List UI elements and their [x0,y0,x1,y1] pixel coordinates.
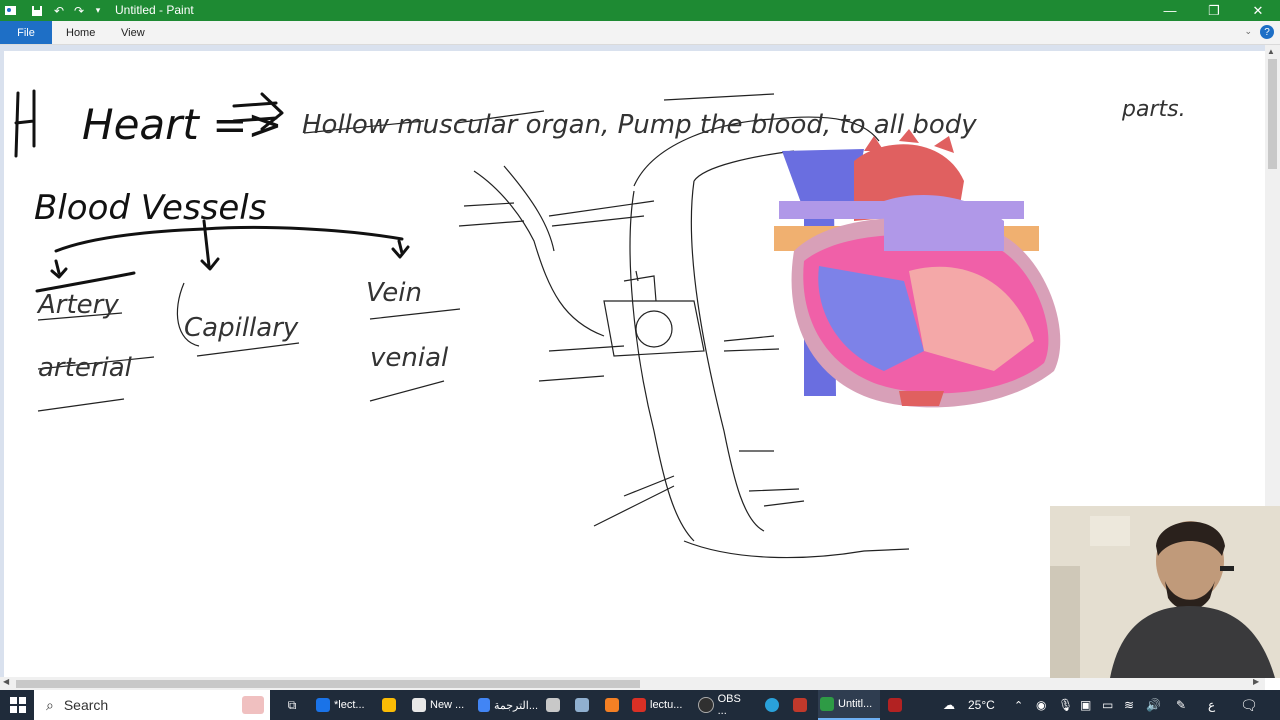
save-icon[interactable] [30,3,44,18]
app-icon [888,698,902,712]
scroll-up-icon[interactable]: ▲ [1267,47,1275,56]
heart-definition: Hollow muscular organ, Pump the blood, t… [302,110,977,140]
tray-icon-4[interactable]: ▭ [1102,690,1113,720]
heart-heading: Heart => [82,100,283,149]
taskbar-app-notepad[interactable]: New ... [412,690,466,720]
start-button[interactable] [8,690,28,720]
paint-app-icon[interactable] [3,3,17,18]
taskbar-app-5[interactable] [546,690,564,720]
taskbar-app-6[interactable] [575,690,593,720]
restore-button[interactable]: ❐ [1192,0,1236,21]
app-icon [546,698,560,712]
ribbon-collapse-icon[interactable]: ⌄ [1244,26,1252,37]
undo-icon[interactable]: ↶ [52,3,66,18]
help-icon[interactable]: ? [1260,25,1274,39]
title-bar: ↶ ↷ ▾ Untitled - Paint — ❐ ✕ [0,0,1280,21]
artery-label: Artery [36,290,119,320]
app-icon [793,698,807,712]
arterial-label: arterial [38,353,133,383]
pdf-icon [632,698,646,712]
taskbar-app-obs[interactable]: OBS ... [698,690,752,720]
blood-vessels-heading: Blood Vessels [34,188,266,228]
redo-icon[interactable]: ↷ [72,3,86,18]
notepad-icon [412,698,426,712]
taskbar-app-translate[interactable]: الترجمة... [478,690,538,720]
taskbar-app-7[interactable] [605,690,623,720]
minimize-button[interactable]: — [1148,0,1192,21]
letter-h-stroke [14,89,36,158]
telegram-icon [765,698,779,712]
taskbar-app-2[interactable] [382,690,402,720]
taskbar-app-13[interactable] [888,690,906,720]
tray-icon-1[interactable]: ◉ [1036,690,1046,720]
taskbar-search[interactable]: ⌕ Search [34,690,270,720]
microphone-icon[interactable]: 🎙 [1058,690,1073,720]
app-icon [575,698,589,712]
notifications-icon[interactable]: 🗨 [1240,690,1258,720]
pen-icon[interactable]: ✎ [1176,690,1186,720]
file-tab[interactable]: File [0,21,52,44]
close-button[interactable]: ✕ [1236,0,1280,21]
taskbar-app-telegram[interactable] [765,690,783,720]
horizontal-scroll-thumb[interactable] [16,680,640,688]
ribbon-tabs: File Home View ⌄ ? [0,21,1280,45]
customize-icon[interactable]: ▾ [92,3,104,18]
capillary-label: Capillary [184,313,299,343]
weather-icon[interactable]: ☁ [938,690,960,720]
scroll-left-icon[interactable]: ◀ [3,677,9,686]
taskbar-app-11[interactable] [793,690,811,720]
heart-definition-cont: parts. [1121,97,1186,122]
language-indicator[interactable]: ع [1208,690,1215,720]
home-tab[interactable]: Home [66,21,95,44]
taskbar: ⌕ Search ⧉ *lect... New ... الترجمة... l… [0,690,1280,720]
webcam-overlay [1050,506,1280,678]
horizontal-scrollbar[interactable]: ◀ ▶ [0,677,1265,690]
volume-icon[interactable]: 🔊 [1146,690,1161,720]
view-tab[interactable]: View [121,21,145,44]
paint-icon [820,697,834,711]
taskbar-app-paint[interactable]: Untitl... [818,690,880,720]
search-placeholder: Search [63,697,109,713]
chevron-up-icon[interactable]: ⌃ [1014,690,1023,720]
venial-label: venial [370,343,449,373]
search-highlight-icon [242,696,264,714]
chrome-icon [478,698,490,712]
weather-temp[interactable]: 25°C [968,690,995,720]
tray-icon-3[interactable]: ▣ [1080,690,1091,720]
edge-icon [316,698,330,712]
scroll-right-icon[interactable]: ▶ [1253,677,1259,686]
vein-label: Vein [366,278,422,308]
vertical-scroll-thumb[interactable] [1268,59,1277,169]
taskbar-app-edge[interactable]: *lect... [316,690,370,720]
window-title: Untitled - Paint [115,3,194,17]
heart-illustration [774,129,1061,408]
obs-icon [698,697,714,713]
search-icon: ⌕ [46,696,54,713]
app-icon [605,698,619,712]
app-icon [382,698,396,712]
taskbar-app-pdf[interactable]: lectu... [632,690,688,720]
wifi-icon[interactable]: ≋ [1124,690,1134,720]
task-view-icon[interactable]: ⧉ [283,690,301,720]
